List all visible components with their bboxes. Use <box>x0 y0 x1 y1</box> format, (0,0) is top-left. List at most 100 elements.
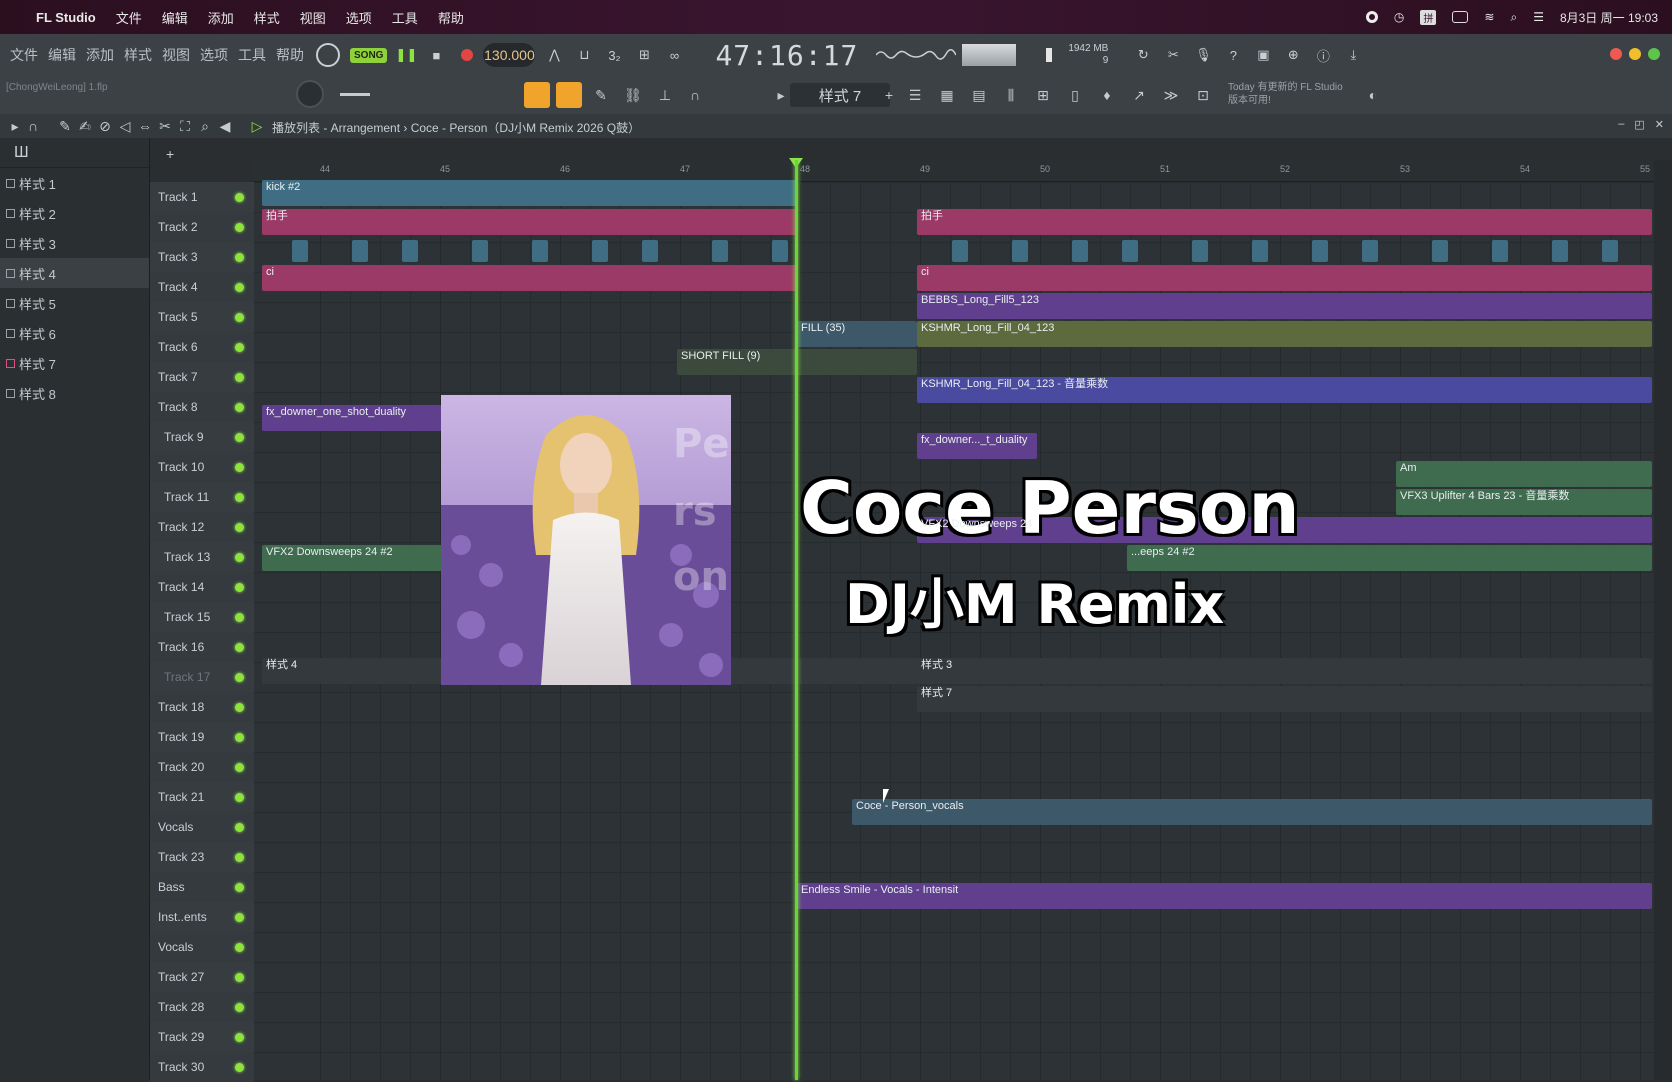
zoom-window-button[interactable] <box>1648 48 1660 60</box>
menu-add[interactable]: 添加 <box>208 8 234 27</box>
main-volume-slider[interactable] <box>340 93 370 96</box>
playlist-clip[interactable]: 拍手 <box>262 209 798 235</box>
drum-hit-clip[interactable] <box>1012 240 1028 262</box>
fl-menu-patterns[interactable]: 样式 <box>124 45 152 65</box>
drum-hit-clip[interactable] <box>532 240 548 262</box>
script-icon[interactable]: ≫ <box>1162 86 1180 104</box>
fl-menu-edit[interactable]: 编辑 <box>48 45 76 65</box>
playlist-snap-button[interactable] <box>524 82 550 108</box>
track-header[interactable]: Track 28 <box>150 992 254 1022</box>
delete-tool-icon[interactable]: ⊘ <box>96 117 114 135</box>
zoom-tool-icon[interactable]: ⌕ <box>196 117 214 135</box>
track-header[interactable]: Track 3 <box>150 242 254 272</box>
wait-input-icon[interactable]: ⊔ <box>573 44 595 66</box>
minimize-window-button[interactable] <box>1629 48 1641 60</box>
drum-hit-clip[interactable] <box>952 240 968 262</box>
track-header[interactable]: Track 15 <box>150 602 254 632</box>
track-header[interactable]: Track 12 <box>150 512 254 542</box>
slip-tool-icon[interactable]: ⇔ <box>136 117 154 135</box>
spotlight-search-icon[interactable]: ⌕ <box>1510 10 1517 25</box>
vertical-scrollbar[interactable] <box>1654 160 1672 1080</box>
menu-tools[interactable]: 工具 <box>392 8 418 27</box>
track-header[interactable]: Track 14 <box>150 572 254 602</box>
browser-icon[interactable]: ⊞ <box>1034 86 1052 104</box>
track-mute-led-icon[interactable] <box>235 642 244 652</box>
track-header[interactable]: Vocals <box>150 932 254 962</box>
drum-hit-clip[interactable] <box>1602 240 1618 262</box>
track-mute-led-icon[interactable] <box>235 522 244 532</box>
track-mute-led-icon[interactable] <box>235 672 244 682</box>
playlist-clip[interactable]: VFX2 Downsweeps 24 #2 <box>262 545 442 571</box>
track-mute-led-icon[interactable] <box>235 462 244 472</box>
track-mute-led-icon[interactable] <box>235 792 244 802</box>
track-mute-led-icon[interactable] <box>235 702 244 712</box>
pause-button[interactable]: ❚❚ <box>395 44 418 66</box>
track-mute-led-icon[interactable] <box>235 1032 244 1042</box>
wifi-icon[interactable]: ≋ <box>1484 10 1494 24</box>
fl-menu-help[interactable]: 帮助 <box>276 45 304 65</box>
track-header[interactable]: Bass <box>150 872 254 902</box>
track-header[interactable]: Track 5 <box>150 302 254 332</box>
drum-hit-clip[interactable] <box>1492 240 1508 262</box>
step-edit-icon[interactable]: ⊞ <box>633 44 655 66</box>
picker-patterns-icon[interactable]: Ш <box>14 144 29 162</box>
pattern-item[interactable]: 样式 4 <box>0 258 149 288</box>
track-header[interactable]: Track 17 <box>150 662 254 692</box>
track-header[interactable]: Track 9 <box>150 422 254 452</box>
news-panel[interactable]: Today 有更新的 FL Studio 版本可用! <box>1228 81 1343 107</box>
drum-hit-clip[interactable] <box>772 240 788 262</box>
close-window-button[interactable] <box>1610 48 1622 60</box>
playback-tool-icon[interactable]: ◀ <box>216 117 234 135</box>
pattern-item[interactable]: 样式 2 <box>0 198 149 228</box>
tempo-display[interactable]: 130.000 <box>483 43 536 67</box>
cut-tool-icon[interactable]: ✂ <box>1162 44 1184 66</box>
track-header[interactable]: Track 18 <box>150 692 254 722</box>
song-mode-toggle[interactable]: SONG <box>350 47 388 63</box>
track-mute-led-icon[interactable] <box>235 942 244 952</box>
playlist-arrow-button[interactable] <box>556 82 582 108</box>
microphone-icon[interactable]: 🎙 <box>1192 44 1214 66</box>
track-mute-led-icon[interactable] <box>235 972 244 982</box>
drum-hit-clip[interactable] <box>402 240 418 262</box>
track-header[interactable]: Track 4 <box>150 272 254 302</box>
drum-hit-clip[interactable] <box>1192 240 1208 262</box>
track-mute-led-icon[interactable] <box>235 582 244 592</box>
download-icon[interactable]: ⤓ <box>1342 44 1364 66</box>
track-header[interactable]: Track 30 <box>150 1052 254 1082</box>
undo-icon[interactable]: ↻ <box>1132 44 1154 66</box>
track-header[interactable]: Track 13 <box>150 542 254 572</box>
news-icon[interactable]: ◐ <box>1364 86 1382 104</box>
track-mute-led-icon[interactable] <box>235 192 244 202</box>
track-mute-led-icon[interactable] <box>235 252 244 262</box>
playlist-clip[interactable]: ci <box>917 265 1652 291</box>
track-mute-led-icon[interactable] <box>235 1002 244 1012</box>
stop-button[interactable]: ■ <box>425 44 447 66</box>
shop-icon[interactable]: ⊡ <box>1194 86 1212 104</box>
drum-hit-clip[interactable] <box>1362 240 1378 262</box>
pencil-tool-icon[interactable]: ✎ <box>592 86 610 104</box>
track-mute-led-icon[interactable] <box>235 822 244 832</box>
playlist-clip[interactable]: VFX3 Uplifter 4 Bars 23 - 音量乘数 <box>1396 489 1652 515</box>
menu-patterns[interactable]: 样式 <box>254 8 280 27</box>
play-pattern-icon[interactable]: ▸ <box>772 86 790 104</box>
track-header[interactable]: Track 29 <box>150 1022 254 1052</box>
playlist-clip[interactable]: 拍手 <box>917 209 1652 235</box>
fl-menu-file[interactable]: 文件 <box>10 45 38 65</box>
track-header[interactable]: Track 8 <box>150 392 254 422</box>
loop-record-icon[interactable]: ∞ <box>663 44 685 66</box>
add-pattern-icon[interactable]: + <box>880 86 898 104</box>
track-mute-led-icon[interactable] <box>235 432 244 442</box>
time-machine-icon[interactable]: ◷ <box>1394 10 1404 24</box>
pattern-item[interactable]: 样式 1 <box>0 168 149 198</box>
pattern-item[interactable]: 样式 7 <box>0 348 149 378</box>
track-header[interactable]: Track 7 <box>150 362 254 392</box>
pattern-item[interactable]: 样式 3 <box>0 228 149 258</box>
magnet-tool-icon[interactable]: ∩ <box>686 86 704 104</box>
drum-hit-clip[interactable] <box>592 240 608 262</box>
fl-menu-tools[interactable]: 工具 <box>238 45 266 65</box>
track-mute-led-icon[interactable] <box>235 402 244 412</box>
fl-menu-add[interactable]: 添加 <box>86 45 114 65</box>
pattern-item[interactable]: 样式 8 <box>0 378 149 408</box>
playlist-menu-arrow-icon[interactable]: ▸ <box>6 117 24 135</box>
menu-view[interactable]: 视图 <box>300 8 326 27</box>
